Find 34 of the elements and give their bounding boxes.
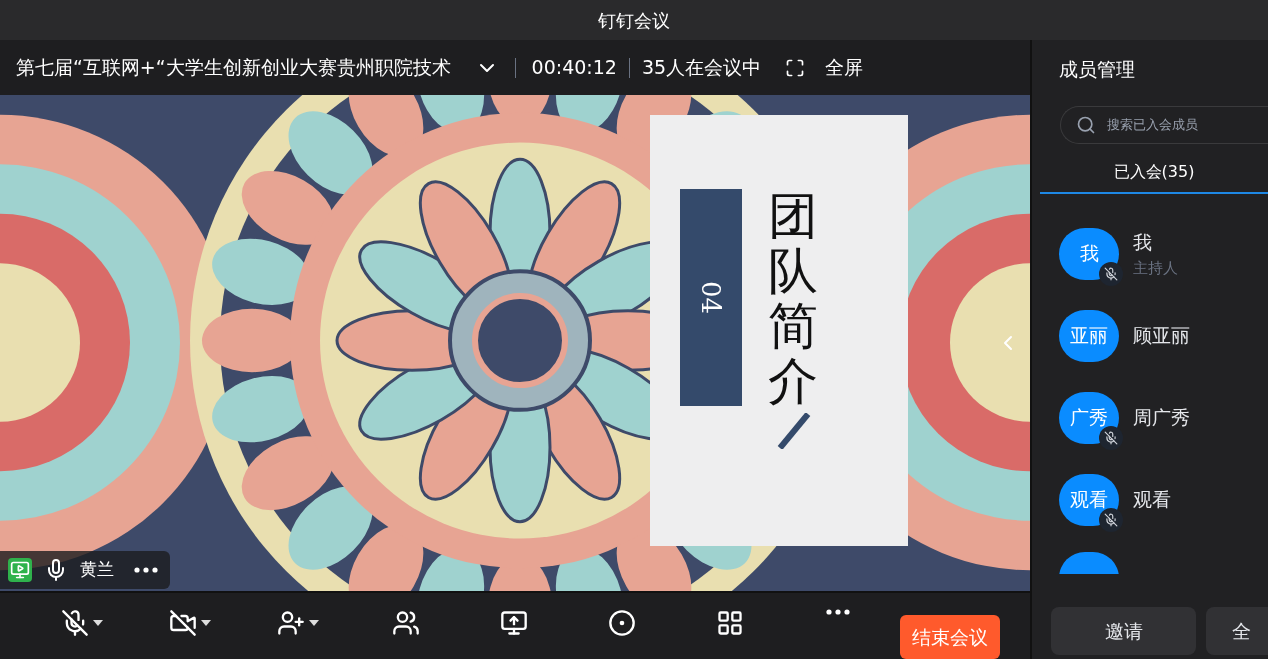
panel-title: 成员管理 [1059, 57, 1136, 82]
member-row[interactable]: 观看 观看 [1059, 469, 1268, 530]
window-title: 钉钉会议 [598, 8, 670, 33]
member-name: 观看 [1133, 487, 1171, 513]
members-tab[interactable]: 已入会(35) [1040, 151, 1268, 194]
fullscreen-icon[interactable] [785, 57, 806, 78]
member-row[interactable]: 亚丽 顾亚丽 [1059, 305, 1268, 366]
member-row[interactable]: 广秀 周广秀 [1059, 387, 1268, 448]
attendance-count: 35人在会议中 [641, 55, 762, 81]
slash-mark-icon [776, 413, 812, 449]
meeting-topic: 第七届“互联网+“大学生创新创业大赛贵州职院技术 [16, 55, 451, 81]
meeting-duration: 00:40:12 [531, 55, 617, 81]
search-icon [1076, 114, 1096, 135]
more-icon [826, 609, 850, 615]
fullscreen-label[interactable]: 全屏 [825, 53, 864, 82]
member-name: 我 [1133, 230, 1153, 255]
member-name: 顾亚丽 [1133, 323, 1190, 349]
member-row[interactable]: 我 我 主持人 [1059, 223, 1268, 284]
member-role: 主持人 [1133, 257, 1178, 279]
slide-title: 团队简介 [768, 189, 818, 409]
member-name: 周广秀 [1133, 405, 1190, 431]
grid-icon [716, 609, 744, 637]
users-icon [392, 609, 420, 637]
member-avatar: 亚丽 [1059, 309, 1119, 362]
add-user-icon [277, 609, 305, 637]
panel-button[interactable]: 全 [1206, 607, 1268, 655]
record-icon [608, 609, 636, 637]
screen-share-icon [8, 558, 32, 582]
screen-share-icon [500, 609, 528, 637]
more-icon [134, 567, 158, 573]
panel-button[interactable]: 邀请 [1051, 607, 1196, 655]
speaker-name: 黄兰 [80, 558, 114, 582]
slide-number: 04 [695, 280, 728, 315]
search-field[interactable]: 搜索已入会成员 [1060, 105, 1268, 144]
